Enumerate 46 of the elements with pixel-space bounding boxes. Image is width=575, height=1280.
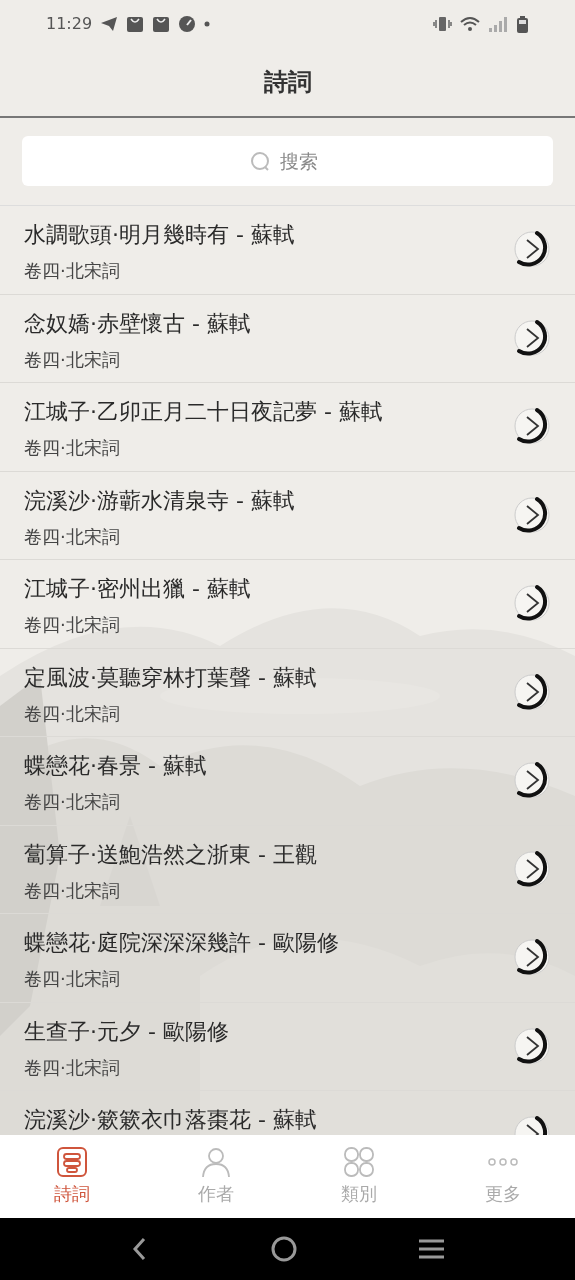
poem-collection: 卷四·北宋詞 [24,616,121,634]
poem-title[interactable]: 念奴嬌·赤壁懷古 - 蘇軾 [24,312,511,335]
poem-collection: 卷四·北宋詞 [24,793,121,811]
poem-collection: 卷四·北宋詞 [24,704,121,723]
chevron-right-icon[interactable] [511,759,553,801]
poem-collection: 卷四·北宋詞 [24,439,121,457]
poem-title[interactable]: 蝶戀花·春景 - 蘇軾 [24,755,511,777]
poem-collection: 卷四·北宋詞 [24,262,121,280]
poem-title[interactable]: 水調歌頭·明月幾時有 - 蘇軾 [24,224,511,246]
chevron-right-icon[interactable] [511,405,553,447]
battery-icon [516,15,529,33]
signal-icon [488,15,508,33]
poem-collection: 卷四·北宋詞 [24,970,121,988]
send-icon [100,15,119,33]
vibrate-icon [433,15,452,33]
poem-title[interactable]: 蔔算子·送鮑浩然之浙東 - 王觀 [24,843,511,866]
menu-icon[interactable] [417,1237,445,1261]
more-icon [487,1158,520,1166]
status-time: 11:29 [46,13,93,35]
poem-title[interactable]: 浣溪沙·簌簌衣巾落棗花 - 蘇軾 [24,1109,511,1131]
search-field[interactable]: 搜索 [22,136,553,186]
bag-icon [152,15,171,33]
chevron-right-icon[interactable] [511,582,553,624]
poem-title[interactable]: 蝶戀花·庭院深深深幾許 - 歐陽修 [24,932,511,954]
home-icon[interactable] [271,1236,297,1262]
poem-collection: 卷四·北宋詞 [24,527,121,546]
poem-title[interactable]: 江城子·乙卯正月二十日夜記夢 - 蘇軾 [24,401,511,423]
poem-collection: 卷四·北宋詞 [24,350,121,369]
tab-item[interactable]: 詩詞 [0,1135,144,1218]
poem-title[interactable]: 江城子·密州出獵 - 蘇軾 [24,578,511,600]
page-title: 詩詞 [263,67,312,98]
wifi-icon [460,15,480,33]
chevron-right-icon[interactable] [511,936,553,978]
bag-icon [126,15,145,33]
poem-collection: 卷四·北宋詞 [24,1058,121,1077]
poem-title[interactable]: 定風波·莫聽穿林打葉聲 - 蘇軾 [24,666,511,689]
person-icon [199,1146,232,1178]
gauge-icon [178,15,197,33]
poem-title[interactable]: 生查子·元夕 - 歐陽修 [24,1020,511,1043]
list-icon [55,1146,88,1178]
poem-collection: 卷四·北宋詞 [24,881,121,900]
poem-title[interactable]: 浣溪沙·游蘄水清泉寺 - 蘇軾 [24,489,511,512]
search-icon [250,151,270,171]
chevron-right-icon[interactable] [511,228,553,270]
grid-icon [343,1146,376,1178]
notification-dot-icon [204,21,211,27]
